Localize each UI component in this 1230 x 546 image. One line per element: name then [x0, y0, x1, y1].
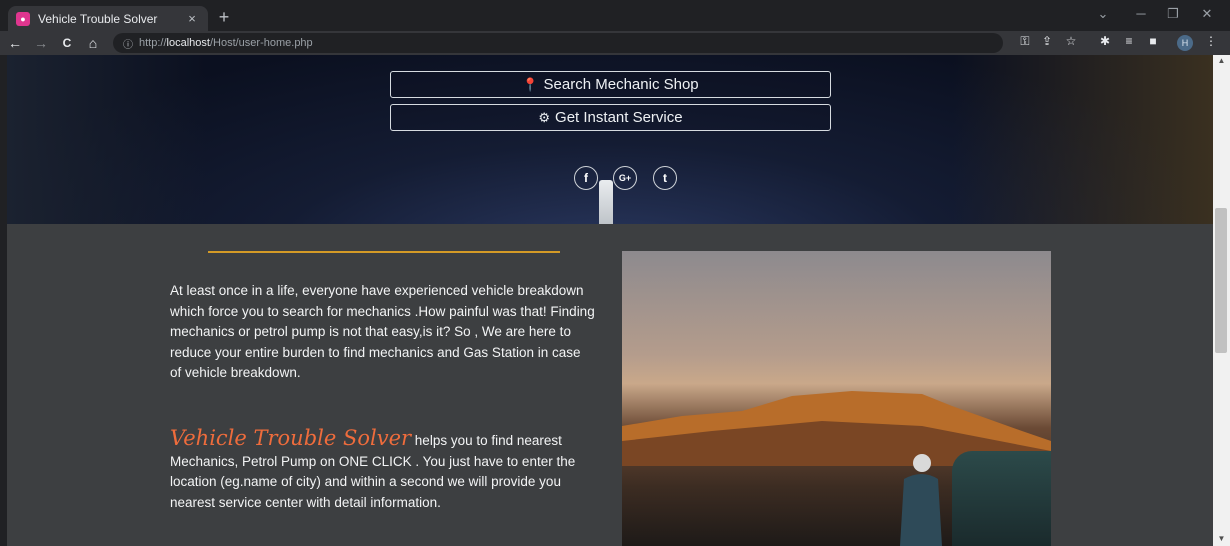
side-panel-icon[interactable]: ■	[1144, 34, 1162, 48]
share-icon[interactable]: ⇪	[1038, 34, 1056, 48]
scroll-down-arrow-icon[interactable]: ▼	[1213, 534, 1230, 546]
bookmark-star-icon[interactable]: ☆	[1062, 34, 1080, 48]
url-path: /Host/user-home.php	[209, 37, 313, 49]
back-icon[interactable]: ←	[4, 35, 26, 51]
road-center-line	[599, 180, 613, 224]
person-silhouette	[900, 454, 942, 546]
brand-paragraph: Vehicle Trouble Solver helps you to find…	[170, 428, 595, 513]
password-key-icon[interactable]: ⚿	[1016, 34, 1034, 49]
hero-banner: 📍 Search Mechanic Shop ⚙ Get Instant Ser…	[7, 55, 1213, 224]
map-marker-icon: 📍	[522, 76, 539, 92]
tab-close-icon[interactable]: ×	[184, 11, 200, 26]
tab-search-icon[interactable]: ⌄	[1093, 6, 1113, 22]
reload-icon[interactable]: C	[56, 36, 78, 50]
browser-tab[interactable]: ● Vehicle Trouble Solver ×	[8, 6, 208, 31]
mesa-car-photo	[622, 251, 1051, 546]
car-silhouette	[952, 451, 1051, 546]
reading-list-icon[interactable]: ≡	[1120, 34, 1138, 48]
gears-icon: ⚙	[538, 109, 551, 125]
twitter-icon[interactable]: t	[653, 166, 677, 190]
url-host: localhost	[166, 37, 210, 49]
site-favicon-icon: ●	[16, 11, 30, 26]
menu-kebab-icon[interactable]: ⋮	[1202, 34, 1220, 48]
forward-icon[interactable]: →	[30, 35, 52, 51]
url-prefix: http://	[139, 37, 167, 49]
scrollbar-thumb[interactable]	[1215, 208, 1227, 353]
tab-strip: ● Vehicle Trouble Solver × + ⌄ ─ ❐ ✕	[0, 0, 1230, 31]
section-divider	[208, 251, 560, 253]
scroll-up-arrow-icon[interactable]: ▲	[1213, 56, 1230, 68]
facebook-icon[interactable]: f	[574, 166, 598, 190]
address-bar[interactable]: ⓘ http://localhost/Host/user-home.php	[113, 33, 1003, 53]
get-instant-service-button[interactable]: ⚙ Get Instant Service	[390, 104, 831, 131]
close-window-icon[interactable]: ✕	[1197, 6, 1217, 22]
minimize-icon[interactable]: ─	[1131, 6, 1151, 21]
home-icon[interactable]: ⌂	[82, 35, 104, 51]
search-mechanic-shop-label: Search Mechanic Shop	[543, 76, 699, 93]
get-instant-service-label: Get Instant Service	[555, 109, 683, 126]
hero-road-shade-left	[7, 55, 207, 224]
extensions-icon[interactable]: ✱	[1096, 34, 1114, 48]
restore-icon[interactable]: ❐	[1163, 6, 1183, 22]
new-tab-button[interactable]: +	[214, 7, 234, 28]
search-mechanic-shop-button[interactable]: 📍 Search Mechanic Shop	[390, 71, 831, 98]
browser-toolbar: ← → C ⌂ ⓘ http://localhost/Host/user-hom…	[0, 31, 1230, 55]
intro-paragraph: At least once in a life, everyone have e…	[170, 283, 595, 380]
page-viewport: 📍 Search Mechanic Shop ⚙ Get Instant Ser…	[7, 55, 1213, 546]
brand-name: Vehicle Trouble Solver	[170, 426, 412, 450]
tab-title: Vehicle Trouble Solver	[38, 11, 158, 26]
google-plus-icon[interactable]: G+	[613, 166, 637, 190]
site-info-icon[interactable]: ⓘ	[123, 36, 133, 51]
profile-avatar[interactable]: H	[1177, 35, 1193, 51]
hero-road-shade-right	[953, 55, 1213, 224]
